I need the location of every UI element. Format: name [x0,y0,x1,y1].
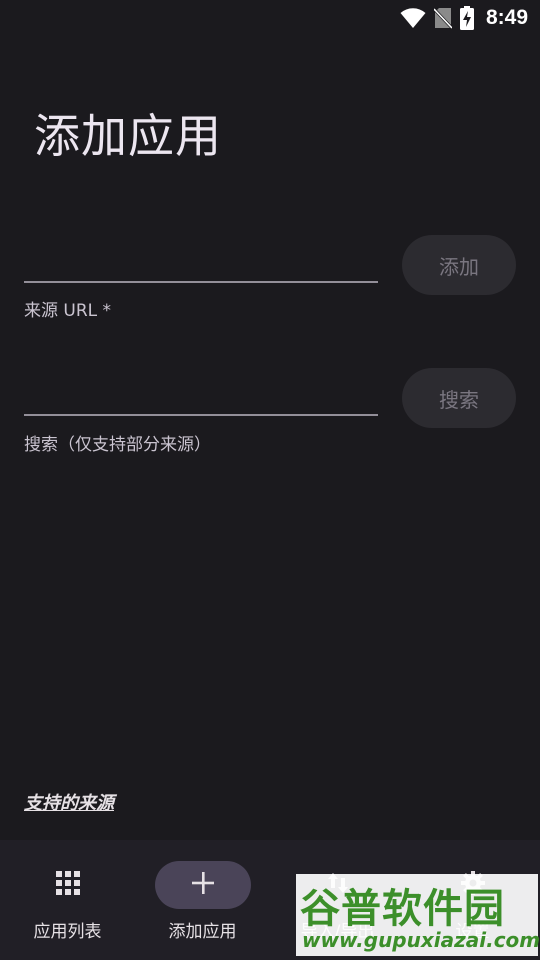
add-button[interactable]: 添加 [402,235,516,295]
status-time: 8:49 [485,6,528,29]
source-url-underline [24,281,378,283]
supported-sources-link[interactable]: 支持的来源 [24,789,114,815]
search-input[interactable] [24,379,378,413]
battery-charging-icon [459,6,474,30]
status-bar: 8:49 [0,0,540,36]
watermark-url: www.gupuxiazai.com [302,928,540,952]
search-field: 搜索（仅支持部分来源） [24,369,378,459]
source-url-input[interactable] [24,246,378,280]
search-label: 搜索（仅支持部分来源） [24,435,211,455]
watermark-title: 谷普软件园 [300,886,505,932]
nav-label-app-list: 应用列表 [33,922,102,942]
nav-label-add-app: 添加应用 [168,922,237,942]
grid-icon [55,870,81,900]
watermark-logo: 谷普软件园 www.gupuxiazai.com [296,874,540,956]
screen: 8:49 添加应用 来源 URL * 添加 搜索（仅支持部分来源） 搜索 支持的… [0,0,540,960]
nav-indicator-app-list [20,861,116,909]
search-underline [24,414,378,416]
status-icons: 8:49 [400,4,528,32]
plus-icon [191,871,215,899]
nav-item-add-app[interactable]: 添加应用 [135,840,270,960]
nav-indicator-add-app [154,861,251,909]
page-title: 添加应用 [34,109,222,163]
source-url-label: 来源 URL * [24,301,112,321]
no-sim-icon [433,7,452,29]
wifi-icon [400,7,426,29]
source-url-field: 来源 URL * [24,236,378,326]
search-button[interactable]: 搜索 [402,368,516,428]
nav-item-app-list[interactable]: 应用列表 [0,840,135,960]
